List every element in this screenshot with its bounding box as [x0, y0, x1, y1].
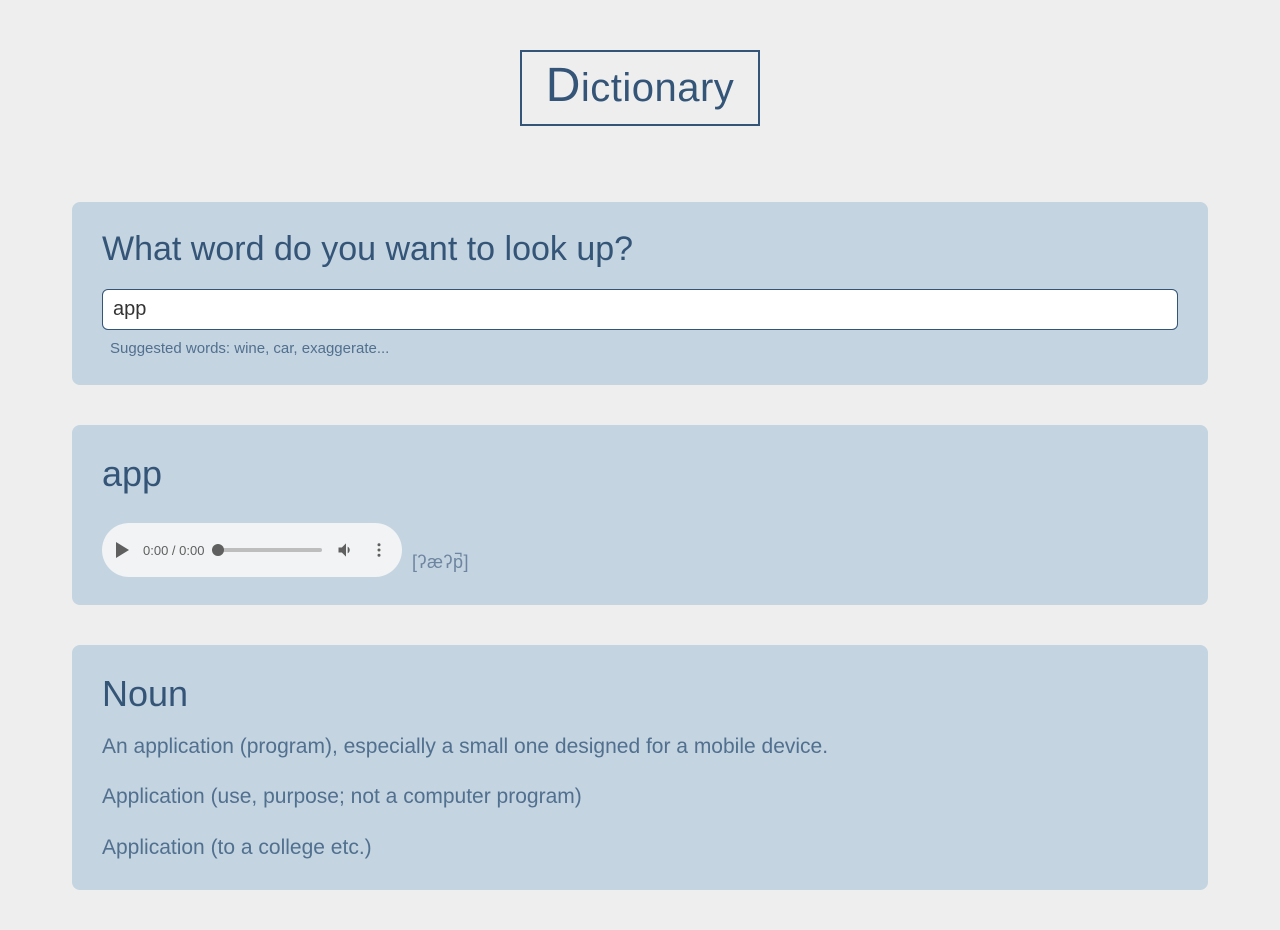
pos-label: Noun — [102, 673, 1178, 715]
audio-seek-track[interactable] — [218, 548, 322, 552]
search-heading: What word do you want to look up? — [102, 230, 1178, 269]
logo: Dictionary — [520, 50, 761, 126]
pos-card: Noun An application (program), especiall… — [72, 645, 1208, 890]
logo-first-letter: D — [546, 59, 581, 112]
audio-player[interactable]: 0:00 / 0:00 — [102, 523, 402, 577]
play-icon[interactable] — [116, 542, 129, 558]
audio-row: 0:00 / 0:00 [ʔæʔp̚] — [102, 523, 1178, 577]
search-input[interactable] — [102, 289, 1178, 330]
ipa-transcription: [ʔæʔp̚] — [412, 552, 469, 577]
more-icon[interactable] — [370, 541, 388, 559]
volume-icon[interactable] — [336, 540, 356, 560]
logo-area: Dictionary — [0, 0, 1280, 202]
audio-time: 0:00 / 0:00 — [143, 543, 204, 558]
logo-rest: ictionary — [581, 66, 734, 110]
suggested-words: Suggested words: wine, car, exaggerate..… — [102, 340, 1178, 357]
definition: An application (program), especially a s… — [102, 733, 1178, 761]
definition: Application (use, purpose; not a compute… — [102, 783, 1178, 811]
definition: Application (to a college etc.) — [102, 834, 1178, 862]
entry-card: app 0:00 / 0:00 [ʔæʔp̚] — [72, 425, 1208, 605]
search-card: What word do you want to look up? Sugges… — [72, 202, 1208, 385]
entry-word: app — [102, 453, 1178, 495]
